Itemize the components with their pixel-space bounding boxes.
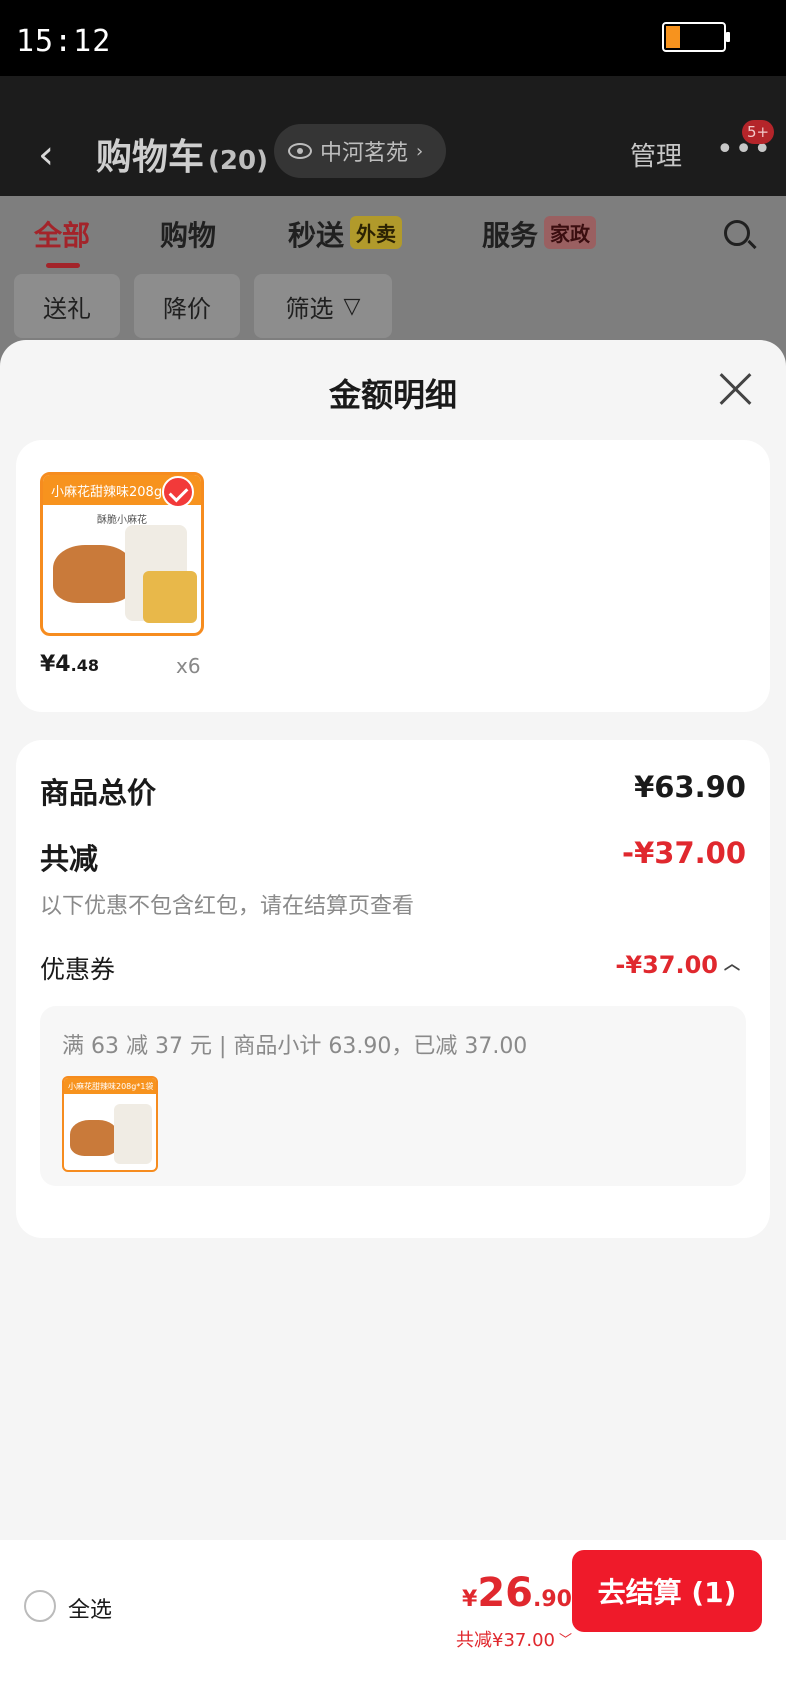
cart-header: ‹ 购物车 (20) 中河茗苑 › 管理 ••• 5+ xyxy=(0,76,786,196)
cart-count: (20) xyxy=(208,146,268,176)
thumb-snack xyxy=(70,1120,118,1156)
tab-instant-label: 秒送 xyxy=(288,219,345,252)
chip-filter[interactable]: 筛选 ▽ xyxy=(254,274,392,338)
discount-note: 以下优惠不包含红包，请在结算页查看 xyxy=(40,894,415,919)
battery-icon xyxy=(662,22,730,52)
total-int: 26 xyxy=(477,1570,534,1616)
tab-shopping[interactable]: 购物 xyxy=(160,214,216,254)
status-time: 15:12 xyxy=(16,24,112,59)
select-all-label[interactable]: 全选 xyxy=(68,1592,112,1624)
unit-price: ¥4.48 xyxy=(40,652,99,677)
status-bar: 15:12 xyxy=(0,0,786,76)
chevron-down-icon: ﹀ xyxy=(558,1633,572,1648)
total-price-value: ¥63.90 xyxy=(634,770,746,804)
search-icon[interactable] xyxy=(724,220,750,246)
sheet-title: 金额明细 xyxy=(328,376,457,414)
chevron-up-icon: ︿ xyxy=(723,954,740,973)
snack-illustration xyxy=(53,545,133,603)
sticks-illustration xyxy=(143,571,197,623)
thumb-package xyxy=(114,1104,152,1164)
total-price-label: 商品总价 xyxy=(40,776,157,810)
checkout-button[interactable]: 去结算 (1) xyxy=(572,1550,762,1632)
tab-all[interactable]: 全部 xyxy=(34,214,90,268)
eye-icon xyxy=(288,143,312,159)
coupon-description: 满 63 减 37 元 | 商品小计 63.90，已减 37.00 xyxy=(62,1034,528,1059)
coupon-detail: 满 63 减 37 元 | 商品小计 63.90，已减 37.00 小麻花甜辣味… xyxy=(40,1006,746,1186)
coupon-amount: -¥37.00 xyxy=(615,951,718,979)
select-all-radio[interactable] xyxy=(24,1590,56,1622)
reduce-value: -¥37.00 xyxy=(622,836,746,870)
total-reduce[interactable]: 共减¥37.00 ﹀ xyxy=(456,1626,572,1652)
unit-price-int: ¥4 xyxy=(40,652,71,677)
chip-price-drop-label: 降价 xyxy=(163,294,211,323)
page-title-text: 购物车 xyxy=(96,137,205,178)
quantity: x6 xyxy=(176,654,201,678)
chip-gift[interactable]: 送礼 xyxy=(14,274,120,338)
product-card: 小麻花甜辣味208g*1袋 酥脆小麻花 ¥4.48 x6 xyxy=(16,440,770,712)
tab-service-tag: 家政 xyxy=(544,216,597,249)
product-subtitle: 酥脆小麻花 xyxy=(97,515,147,526)
coupon-value[interactable]: -¥37.00 ︿ xyxy=(615,950,740,979)
check-icon[interactable] xyxy=(162,476,194,508)
tab-service-label: 服务 xyxy=(482,219,539,252)
chip-price-drop[interactable]: 降价 xyxy=(134,274,240,338)
coupon-label: 优惠券 xyxy=(40,955,116,984)
back-icon[interactable]: ‹ xyxy=(38,132,68,178)
chevron-right-icon: › xyxy=(416,140,424,162)
close-icon[interactable] xyxy=(718,370,754,406)
checkout-bar: 全选 ¥26.90 共减¥37.00 ﹀ 去结算 (1) xyxy=(0,1540,786,1704)
tab-service[interactable]: 服务 家政 xyxy=(482,214,597,254)
filter-icon: ▽ xyxy=(343,293,361,319)
coupon-product-thumb: 小麻花甜辣味208g*1袋 xyxy=(62,1076,158,1172)
total-dec: .90 xyxy=(533,1587,572,1612)
total-reduce-text: 共减¥37.00 xyxy=(456,1630,555,1651)
location-label: 中河茗苑 xyxy=(320,141,409,166)
page-title: 购物车 (20) xyxy=(96,128,268,180)
message-badge: 5+ xyxy=(742,120,774,144)
total-currency: ¥ xyxy=(462,1587,478,1612)
tab-instant-tag: 外卖 xyxy=(350,216,403,249)
total-amount: ¥26.90 xyxy=(462,1570,572,1616)
location-selector[interactable]: 中河茗苑 › xyxy=(274,124,446,178)
manage-button[interactable]: 管理 xyxy=(630,136,682,173)
summary-card: 商品总价 ¥63.90 共减 -¥37.00 以下优惠不包含红包，请在结算页查看… xyxy=(16,740,770,1238)
amount-detail-sheet: 金额明细 小麻花甜辣味208g*1袋 酥脆小麻花 ¥4.48 x6 商品总价 ¥… xyxy=(0,340,786,1704)
reduce-label: 共减 xyxy=(40,842,99,876)
tab-instant[interactable]: 秒送 外卖 xyxy=(288,214,403,254)
chip-filter-label: 筛选 xyxy=(285,294,334,323)
chip-gift-label: 送礼 xyxy=(43,294,91,323)
unit-price-dec: .48 xyxy=(70,656,99,675)
thumb-banner: 小麻花甜辣味208g*1袋 xyxy=(64,1078,156,1094)
